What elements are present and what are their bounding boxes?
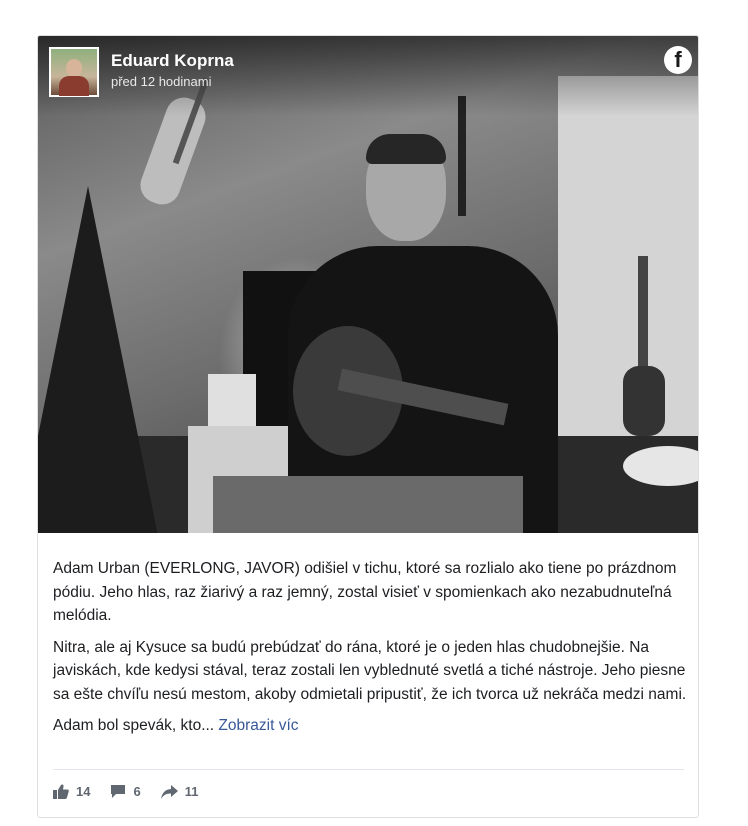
post-paragraph-3: Adam bol spevák, kto... Zobrazit víc [53,714,689,738]
like-count: 14 [76,784,91,799]
photo-bass-body [623,366,665,436]
comment-button[interactable]: 6 [110,784,141,799]
photo-person-hair [366,134,446,164]
facebook-icon[interactable]: f [664,46,692,74]
comment-count: 6 [133,784,141,799]
post-paragraph-2: Nitra, ale aj Kysuce sa budú prebúdzať d… [53,638,687,703]
post-timestamp[interactable]: před 12 hodinami [111,74,211,89]
see-more-link[interactable]: Zobrazit víc [218,717,298,734]
avatar-head [66,59,82,77]
post-text: Adam Urban (EVERLONG, JAVOR) odišiel v t… [53,557,689,746]
thumbs-up-icon [53,784,69,799]
author-name[interactable]: Eduard Koprna [111,51,234,71]
like-button[interactable]: 14 [53,784,90,799]
photo-speaker [208,374,256,430]
comment-icon [111,785,126,798]
share-button[interactable]: 11 [160,784,199,799]
divider [53,769,684,770]
share-icon [160,784,178,799]
photo-christmas-tree [38,186,158,533]
post-photo[interactable]: Eduard Koprna před 12 hodinami f [38,36,698,533]
truncated-text: Adam bol spevák, kto... [53,717,219,734]
photo-jeans [213,476,523,533]
share-count: 11 [184,784,199,799]
avatar[interactable] [49,47,99,97]
engagement-bar: 14 6 11 [53,784,198,799]
post-card: Eduard Koprna před 12 hodinami f Adam Ur… [37,35,699,818]
avatar-body [59,76,89,96]
post-paragraph-1: Adam Urban (EVERLONG, JAVOR) odišiel v t… [53,560,677,624]
